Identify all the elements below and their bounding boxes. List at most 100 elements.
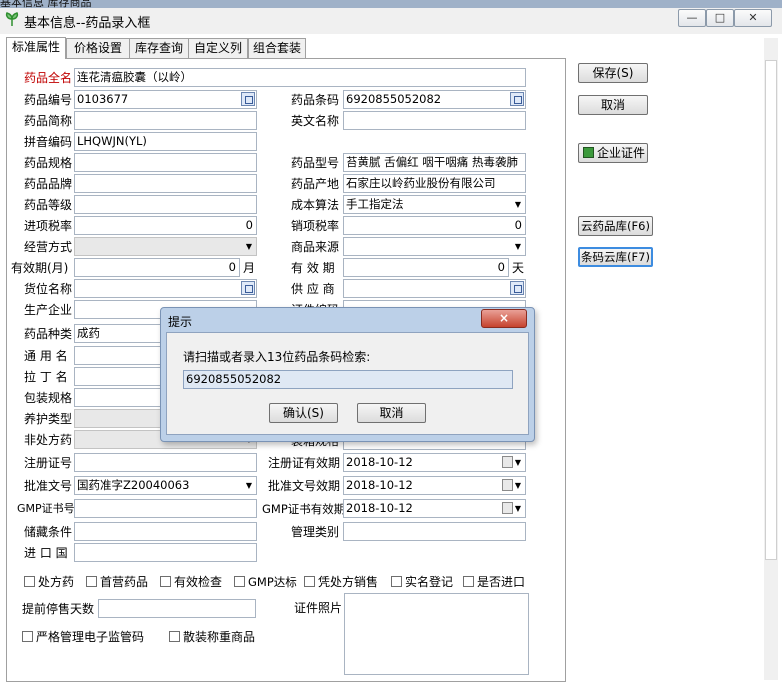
dialog-ok-button[interactable]: 确认(S) [269, 403, 338, 423]
cancel-button[interactable]: 取消 [578, 95, 648, 115]
import-country-input[interactable] [74, 543, 257, 562]
chevron-down-icon[interactable]: ▼ [513, 454, 523, 471]
label-mgmt-class: 管理类别 [291, 525, 340, 539]
chevron-down-icon: ▼ [245, 481, 253, 490]
full-name-input[interactable]: 连花清瘟胶囊（以岭） [74, 68, 526, 87]
grade-input[interactable] [74, 195, 257, 214]
picker-icon[interactable] [510, 281, 524, 295]
checkbox-bulk-weigh[interactable] [169, 631, 180, 642]
pinyin-input[interactable]: LHQWJN(YL) [74, 132, 257, 151]
spec-input[interactable] [74, 153, 257, 172]
label-cert-photo: 证件照片 [294, 601, 343, 615]
tab-standard[interactable]: 标准属性 [6, 37, 66, 59]
checkbox-real-name[interactable] [391, 576, 402, 587]
label-expiry-months: 有效期(月) [11, 261, 69, 275]
trade-name-input[interactable] [74, 111, 257, 130]
calendar-icon[interactable] [502, 502, 513, 514]
dialog-cancel-button[interactable]: 取消 [357, 403, 426, 423]
code-input[interactable]: 0103677 [74, 90, 257, 109]
reg-no-input[interactable] [74, 453, 257, 472]
expiry-months-input[interactable]: 0 [74, 258, 240, 277]
chevron-down-icon[interactable]: ▼ [513, 477, 523, 494]
cost-select[interactable]: 手工指定法 ▼ [343, 195, 526, 214]
checkbox-validity-check[interactable] [160, 576, 171, 587]
location-input[interactable] [74, 279, 257, 298]
close-icon[interactable]: ✕ [734, 9, 772, 27]
chevron-down-icon: ▼ [514, 200, 522, 209]
checkbox-label: GMP达标 [248, 575, 297, 589]
checkbox-prescription[interactable] [24, 576, 35, 587]
picker-icon[interactable] [241, 92, 255, 106]
expiry-days-input[interactable]: 0 [343, 258, 509, 277]
label-gmp-expiry: GMP证书有效期 [262, 502, 346, 516]
gmp-input[interactable] [74, 499, 257, 518]
tab-stock[interactable]: 库存查询 [129, 38, 189, 58]
tab-price[interactable]: 价格设置 [66, 38, 130, 58]
model-input[interactable]: 苔黄腻 舌偏红 咽干咽痛 热毒袭肺 [343, 153, 526, 172]
checkbox-label: 凭处方销售 [318, 575, 379, 589]
label-location: 货位名称 [24, 282, 73, 296]
checkbox-label: 有效检查 [174, 575, 223, 589]
checkbox-first-sale[interactable] [86, 576, 97, 587]
window-title: 基本信息--药品录入框 [24, 16, 151, 31]
approval-select[interactable]: 国药准字Z20040063 ▼ [74, 476, 257, 495]
checkbox-gmp[interactable] [234, 576, 245, 587]
label-model: 药品型号 [291, 156, 340, 170]
minimize-icon[interactable]: — [678, 9, 706, 27]
barcode-search-input[interactable]: 6920855052082 [183, 370, 513, 389]
barcode-cloud-button[interactable]: 条码云库(F7) [578, 247, 653, 267]
brand-input[interactable] [74, 174, 257, 193]
checkbox-e-supervision[interactable] [22, 631, 33, 642]
label-care: 养护类型 [24, 412, 73, 426]
label-expiry-days: 有 效 期 [291, 261, 335, 275]
label-spec: 药品规格 [24, 156, 73, 170]
approval-expiry-input[interactable]: 2018-10-12 ▼ [343, 476, 526, 495]
reg-expiry-input[interactable]: 2018-10-12 ▼ [343, 453, 526, 472]
stop-days-input[interactable] [98, 599, 256, 618]
tab-bundle[interactable]: 组合套装 [248, 38, 306, 58]
source-select[interactable]: ▼ [343, 237, 526, 256]
chevron-down-icon: ▼ [514, 242, 522, 251]
label-pinyin: 拼音编码 [24, 135, 73, 149]
origin-input[interactable]: 石家庄以岭药业股份有限公司 [343, 174, 526, 193]
maximize-icon[interactable]: □ [706, 9, 734, 27]
gmp-expiry-input[interactable]: 2018-10-12 ▼ [343, 499, 526, 518]
scrollbar-thumb[interactable] [765, 60, 777, 560]
month-unit: 月 [243, 261, 256, 275]
english-name-input[interactable] [343, 111, 526, 130]
save-button[interactable]: 保存(S) [578, 63, 648, 83]
label-generic: 通 用 名 [24, 349, 68, 363]
day-unit: 天 [512, 261, 525, 275]
storage-input[interactable] [74, 522, 257, 541]
mgmt-class-input[interactable] [343, 522, 526, 541]
label-package: 包装规格 [24, 391, 73, 405]
label-brand: 药品品牌 [24, 177, 73, 191]
biz-mode-select[interactable]: ▼ [74, 237, 257, 256]
label-category: 药品种类 [24, 327, 73, 341]
label-origin: 药品产地 [291, 177, 340, 191]
tab-custom[interactable]: 自定义列 [188, 38, 248, 58]
chevron-down-icon[interactable]: ▼ [513, 500, 523, 517]
supplier-input[interactable] [343, 279, 526, 298]
out-tax-input[interactable]: 0 [343, 216, 526, 235]
calendar-icon[interactable] [502, 456, 513, 468]
enterprise-cert-button[interactable]: 企业证件 [578, 143, 648, 163]
cert-photo-box[interactable] [344, 593, 529, 675]
dialog-close-icon[interactable]: × [481, 309, 527, 328]
label-in-tax: 进项税率 [24, 219, 73, 233]
picker-icon[interactable] [510, 92, 524, 106]
barcode-input[interactable]: 6920855052082 [343, 90, 526, 109]
picker-icon[interactable] [241, 281, 255, 295]
in-tax-input[interactable]: 0 [74, 216, 257, 235]
checkbox-imported[interactable] [463, 576, 474, 587]
dialog-body: 请扫描或者录入13位药品条码检索: 6920855052082 确认(S) 取消 [166, 332, 529, 435]
label-approval-expiry: 批准文号效期 [268, 479, 341, 493]
parent-window-strip: 基本信息 库存商品 [0, 0, 782, 8]
label-stop-days: 提前停售天数 [22, 602, 95, 616]
checkbox-rx-sale[interactable] [304, 576, 315, 587]
cloud-drug-button[interactable]: 云药品库(F6) [578, 216, 653, 236]
label-english-name: 英文名称 [291, 114, 340, 128]
chevron-down-icon: ▼ [245, 242, 253, 251]
prompt-dialog: 提示 × 请扫描或者录入13位药品条码检索: 6920855052082 确认(… [160, 307, 535, 442]
calendar-icon[interactable] [502, 479, 513, 491]
